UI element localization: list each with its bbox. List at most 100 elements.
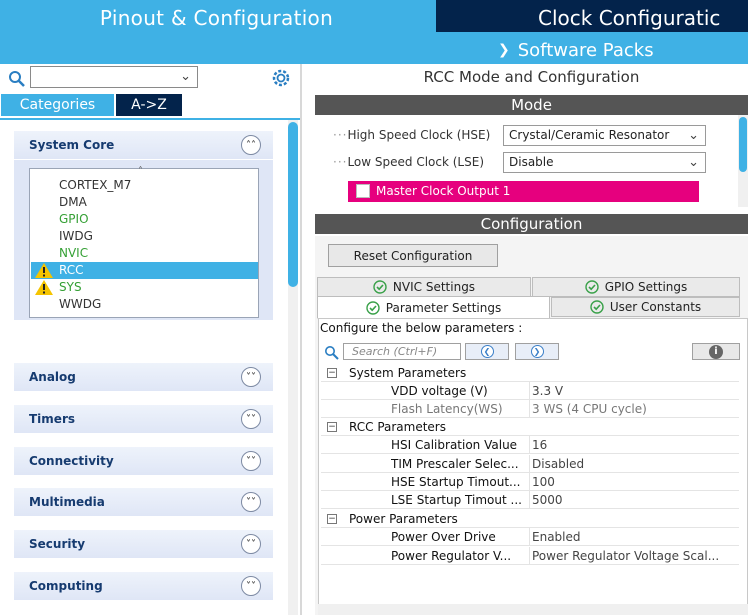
list-item-rcc[interactable]: RCC <box>31 262 258 279</box>
expand-icon[interactable]: ˅˅ <box>241 451 261 471</box>
chevron-down-icon: ⌄ <box>688 155 699 170</box>
list-item-gpio[interactable]: GPIO <box>31 211 258 228</box>
section-multimedia[interactable]: Multimedia ˅˅ <box>14 488 273 516</box>
info-icon: i <box>709 344 723 359</box>
list-item-nvic[interactable]: NVIC <box>31 245 258 262</box>
tab-clock-configuration[interactable]: Clock Configuratic <box>436 0 748 32</box>
section-computing[interactable]: Computing ˅˅ <box>14 572 273 600</box>
mode-scrollbar[interactable] <box>738 115 748 207</box>
warning-icon <box>35 263 53 278</box>
param-value[interactable]: Disabled <box>532 455 737 473</box>
param-key: HSE Startup Timout... <box>391 475 521 489</box>
section-connectivity[interactable]: Connectivity ˅˅ <box>14 447 273 475</box>
table-row[interactable]: TIM Prescaler Selec... Disabled <box>321 455 739 473</box>
section-analog[interactable]: Analog ˅˅ <box>14 363 273 391</box>
tab-label: NVIC Settings <box>392 280 476 294</box>
group-label: Power Parameters <box>349 512 458 526</box>
table-row[interactable]: VDD voltage (V) 3.3 V <box>321 382 739 400</box>
list-item-dma[interactable]: DMA <box>31 194 258 211</box>
group-row-power-parameters[interactable]: − Power Parameters <box>321 510 739 528</box>
param-key: HSI Calibration Value <box>391 438 518 452</box>
configuration-bar: Configuration <box>315 214 748 234</box>
list-item-cortex-m7[interactable]: CORTEX_M7 <box>31 177 258 194</box>
software-packs-menu[interactable]: ❯ Software Packs <box>498 37 654 63</box>
chevron-down-icon: ⌄ <box>688 128 699 143</box>
param-key: VDD voltage (V) <box>391 384 488 398</box>
expand-icon[interactable]: ˅˅ <box>241 409 261 429</box>
list-item-iwdg[interactable]: IWDG <box>31 228 258 245</box>
left-scrollbar[interactable] <box>288 120 298 615</box>
chevron-down-icon[interactable]: ⌄ <box>180 69 191 84</box>
lse-label-text: Low Speed Clock (LSE) <box>347 155 484 169</box>
warning-icon <box>35 280 53 295</box>
tab-user-constants[interactable]: User Constants <box>551 297 740 317</box>
expand-icon[interactable]: ˅˅ <box>241 492 261 512</box>
search-icon[interactable] <box>324 345 339 360</box>
table-row[interactable]: LSE Startup Timout ... 5000 <box>321 491 739 509</box>
a-to-z-tab[interactable]: A->Z <box>116 94 182 116</box>
category-search-combo[interactable]: ⌄ <box>30 66 198 88</box>
checkbox[interactable] <box>356 184 370 198</box>
table-row[interactable]: Power Over Drive Enabled <box>321 528 739 546</box>
param-key: Power Over Drive <box>391 530 496 544</box>
param-value[interactable]: 5000 <box>532 491 737 509</box>
software-packs-label: Software Packs <box>517 39 654 61</box>
list-item-sys[interactable]: SYS <box>31 279 258 296</box>
section-timers[interactable]: Timers ˅˅ <box>14 405 273 433</box>
table-row[interactable]: HSE Startup Timout... 100 <box>321 473 739 491</box>
param-value[interactable]: Enabled <box>532 528 737 546</box>
tab-label: User Constants <box>609 300 702 314</box>
collapse-icon[interactable]: − <box>327 422 337 432</box>
info-button[interactable]: i <box>692 343 740 360</box>
parameter-search-input[interactable]: Search (Ctrl+F) <box>343 343 461 360</box>
section-label: Analog <box>29 370 76 384</box>
param-value[interactable]: 3 WS (4 CPU cycle) <box>532 400 737 418</box>
param-value[interactable]: 100 <box>532 473 737 491</box>
chevron-down-icon: ❯ <box>498 42 510 58</box>
search-next-button[interactable]: ❯ <box>515 343 559 360</box>
param-value[interactable]: 16 <box>532 436 737 454</box>
scrollbar-thumb[interactable] <box>288 122 298 287</box>
categories-tab[interactable]: Categories <box>1 94 114 116</box>
tab-nvic-settings[interactable]: NVIC Settings <box>317 277 531 297</box>
tab-parameter-settings[interactable]: Parameter Settings <box>317 296 550 319</box>
table-row[interactable]: HSI Calibration Value 16 <box>321 436 739 454</box>
tab-label: GPIO Settings <box>604 280 688 294</box>
section-label: System Core <box>29 138 115 152</box>
lse-select[interactable]: Disable ⌄ <box>503 152 706 173</box>
chevron-left-icon: ❮ <box>480 345 494 358</box>
expand-icon[interactable]: ˅˅ <box>241 576 261 596</box>
horizontal-scrollbar[interactable] <box>318 604 748 615</box>
search-prev-button[interactable]: ❮ <box>465 343 509 360</box>
check-circle-icon <box>585 280 599 294</box>
hse-select[interactable]: Crystal/Ceramic Resonator ⌄ <box>503 125 706 146</box>
group-row-system-parameters[interactable]: − System Parameters <box>321 364 739 382</box>
check-circle-icon <box>590 300 604 314</box>
section-label: Computing <box>29 579 103 593</box>
section-label: Security <box>29 537 86 551</box>
reset-configuration-button[interactable]: Reset Configuration <box>328 244 498 267</box>
search-icon[interactable] <box>8 70 26 88</box>
collapse-icon[interactable]: − <box>327 368 337 378</box>
hse-label: ···High Speed Clock (HSE) <box>333 128 490 142</box>
group-row-rcc-parameters[interactable]: − RCC Parameters <box>321 418 739 436</box>
mco-checkbox-row[interactable]: Master Clock Output 1 <box>348 181 699 202</box>
param-value[interactable]: 3.3 V <box>532 382 737 400</box>
mode-bar: Mode <box>315 95 748 115</box>
section-system-core[interactable]: System Core ˄˄ <box>14 131 273 159</box>
list-item-wwdg[interactable]: WWDG <box>31 296 258 313</box>
parameter-table: − System Parameters VDD voltage (V) 3.3 V … <box>321 364 739 566</box>
param-value[interactable]: Power Regulator Voltage Scal... <box>532 547 737 565</box>
tab-pinout-configuration[interactable]: Pinout & Configuration <box>0 0 433 36</box>
collapse-icon[interactable]: − <box>327 514 337 524</box>
collapse-icon[interactable]: ˄˄ <box>241 135 261 155</box>
expand-icon[interactable]: ˅˅ <box>241 534 261 554</box>
scrollbar-thumb[interactable] <box>739 117 747 172</box>
table-row[interactable]: Flash Latency(WS) 3 WS (4 CPU cycle) <box>321 400 739 418</box>
section-security[interactable]: Security ˅˅ <box>14 530 273 558</box>
expand-icon[interactable]: ˅˅ <box>241 367 261 387</box>
tab-gpio-settings[interactable]: GPIO Settings <box>532 277 740 297</box>
tab-label: Parameter Settings <box>385 300 502 315</box>
table-row[interactable]: Power Regulator V... Power Regulator Volt… <box>321 547 739 565</box>
gear-icon[interactable] <box>270 67 292 89</box>
